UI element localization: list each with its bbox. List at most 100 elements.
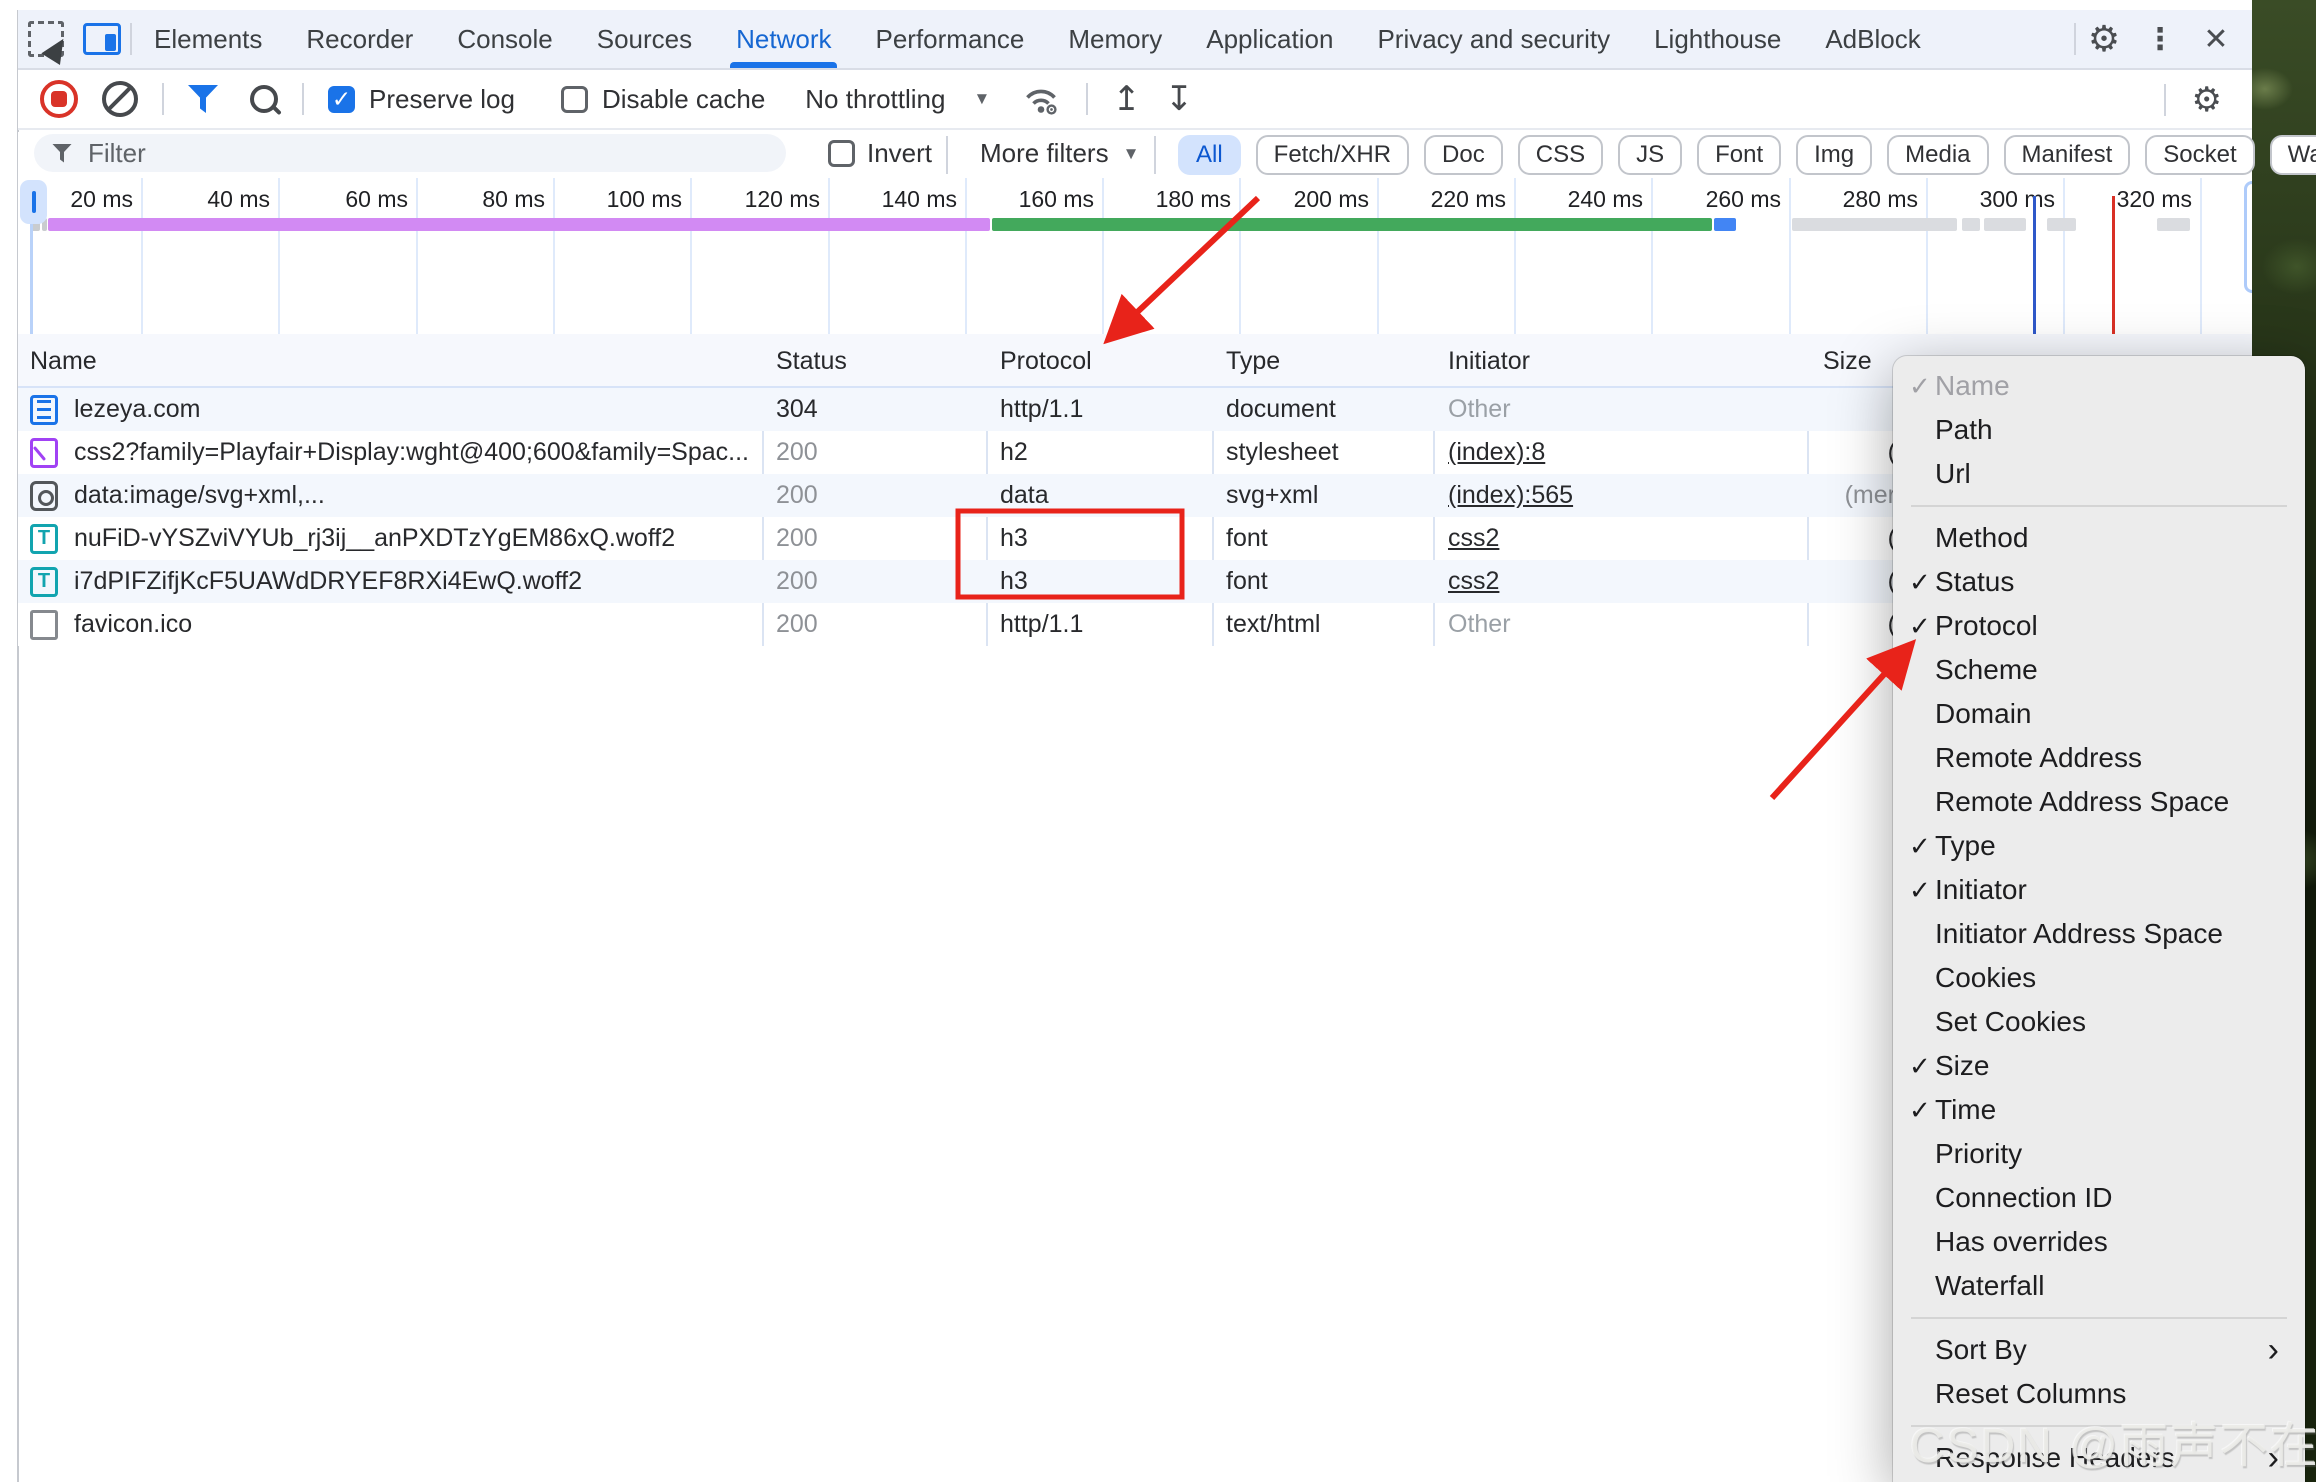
menu-item-domain[interactable]: ✓Domain xyxy=(1893,692,2305,736)
settings-button[interactable]: ⚙ xyxy=(2076,10,2132,68)
menu-item-remote-address[interactable]: ✓Remote Address xyxy=(1893,736,2305,780)
more-filters-button[interactable]: More filters ▼ xyxy=(980,138,1139,169)
tab-console[interactable]: Console xyxy=(435,10,574,68)
throttling-select[interactable]: No throttling ▼ xyxy=(805,84,990,115)
tab-performance[interactable]: Performance xyxy=(853,10,1046,68)
tab-recorder[interactable]: Recorder xyxy=(284,10,435,68)
menu-item-label: Name xyxy=(1935,370,2305,402)
chip-fetch-xhr[interactable]: Fetch/XHR xyxy=(1256,135,1409,175)
menu-item-has-overrides[interactable]: ✓Has overrides xyxy=(1893,1220,2305,1264)
tab-application[interactable]: Application xyxy=(1184,10,1355,68)
overview-bar-cache xyxy=(1792,218,1957,231)
devtools-menu-button[interactable]: ⋮ xyxy=(2132,10,2188,68)
record-network-log-button[interactable] xyxy=(40,80,78,118)
filter-toggle-icon[interactable] xyxy=(188,85,218,113)
status-cell: 200 xyxy=(776,560,818,603)
invert-label: Invert xyxy=(867,138,932,169)
menu-item-waterfall[interactable]: ✓Waterfall xyxy=(1893,1264,2305,1308)
menu-item-url[interactable]: ✓Url xyxy=(1893,452,2305,496)
menu-item-scheme[interactable]: ✓Scheme xyxy=(1893,648,2305,692)
initiator-link[interactable]: (index):8 xyxy=(1448,438,1545,467)
chip-manifest[interactable]: Manifest xyxy=(2004,135,2131,175)
status-cell: 200 xyxy=(776,431,818,474)
initiator-link[interactable]: (index):565 xyxy=(1448,481,1573,510)
chip-all[interactable]: All xyxy=(1178,135,1241,175)
wifi-gear-icon xyxy=(1020,81,1062,117)
chip-css[interactable]: CSS xyxy=(1518,135,1603,175)
network-conditions-button[interactable] xyxy=(1020,81,1062,117)
menu-item-initiator-address-space[interactable]: ✓Initiator Address Space xyxy=(1893,912,2305,956)
check-icon: ✓ xyxy=(1893,611,1935,642)
column-header-protocol[interactable]: Protocol xyxy=(1000,334,1092,388)
tab-network[interactable]: Network xyxy=(714,10,853,68)
export-har-button[interactable]: ↧ xyxy=(1165,82,1194,116)
import-har-button[interactable]: ↥ xyxy=(1112,82,1141,116)
invert-checkbox[interactable]: Invert xyxy=(828,138,932,169)
tick-label: 200 ms xyxy=(1209,186,1369,213)
network-settings-gear-icon[interactable]: ⚙ xyxy=(2192,80,2222,120)
initiator-link[interactable]: css2 xyxy=(1448,567,1499,596)
chip-media[interactable]: Media xyxy=(1887,135,1988,175)
menu-item-type[interactable]: ✓Type xyxy=(1893,824,2305,868)
menu-item-size[interactable]: ✓Size xyxy=(1893,1044,2305,1088)
tab-adblock[interactable]: AdBlock xyxy=(1803,10,1942,68)
checkbox-unchecked-icon xyxy=(828,140,855,167)
menu-item-method[interactable]: ✓Method xyxy=(1893,516,2305,560)
tab-elements[interactable]: Elements xyxy=(132,10,284,68)
chip-socket[interactable]: Socket xyxy=(2145,135,2254,175)
divider xyxy=(162,83,164,115)
chip-font[interactable]: Font xyxy=(1697,135,1781,175)
tab-privacy-and-security[interactable]: Privacy and security xyxy=(1355,10,1632,68)
menu-item-sort-by[interactable]: ✓Sort By› xyxy=(1893,1328,2305,1372)
tab-memory[interactable]: Memory xyxy=(1046,10,1184,68)
preserve-log-checkbox[interactable]: ✓ Preserve log xyxy=(328,84,515,115)
menu-item-initiator[interactable]: ✓Initiator xyxy=(1893,868,2305,912)
menu-item-set-cookies[interactable]: ✓Set Cookies xyxy=(1893,1000,2305,1044)
chip-img[interactable]: Img xyxy=(1796,135,1872,175)
menu-item-label: Waterfall xyxy=(1935,1270,2305,1302)
menu-item-connection-id[interactable]: ✓Connection ID xyxy=(1893,1176,2305,1220)
column-header-size[interactable]: Size xyxy=(1823,334,1872,388)
request-name: i7dPIFZifjKcF5UAWdDRYEF8RXi4EwQ.woff2 xyxy=(74,567,582,596)
menu-item-label: Protocol xyxy=(1935,610,2305,642)
overview-drag-handle[interactable] xyxy=(20,180,47,224)
menu-item-path[interactable]: ✓Path xyxy=(1893,408,2305,452)
chip-js[interactable]: JS xyxy=(1618,135,1682,175)
disable-cache-checkbox[interactable]: Disable cache xyxy=(561,84,765,115)
column-header-type[interactable]: Type xyxy=(1226,334,1280,388)
protocol-cell: http/1.1 xyxy=(1000,388,1083,431)
network-overview-timeline[interactable]: 20 ms 40 ms 60 ms 80 ms 100 ms 120 ms 14… xyxy=(18,178,2252,336)
menu-item-remote-address-space[interactable]: ✓Remote Address Space xyxy=(1893,780,2305,824)
page-background-top-strip xyxy=(0,0,2252,10)
toggle-device-toolbar-button[interactable] xyxy=(74,10,130,68)
menu-item-label: Size xyxy=(1935,1050,2305,1082)
inspect-element-button[interactable] xyxy=(18,10,74,68)
menu-item-label: Domain xyxy=(1935,698,2305,730)
menu-item-cookies[interactable]: ✓Cookies xyxy=(1893,956,2305,1000)
menu-item-label: Priority xyxy=(1935,1138,2305,1170)
type-cell: stylesheet xyxy=(1226,431,1339,474)
page-background-left-strip xyxy=(0,0,19,1482)
size-cell: ( xyxy=(1780,431,1896,474)
overview-scrollbar[interactable] xyxy=(2244,181,2252,293)
filter-input[interactable] xyxy=(86,137,690,170)
column-header-name[interactable]: Name xyxy=(30,334,766,388)
menu-item-status[interactable]: ✓Status xyxy=(1893,560,2305,604)
close-devtools-button[interactable]: ✕ xyxy=(2188,10,2244,68)
menu-item-priority[interactable]: ✓Priority xyxy=(1893,1132,2305,1176)
chip-doc[interactable]: Doc xyxy=(1424,135,1503,175)
clear-network-log-button[interactable] xyxy=(102,81,138,117)
menu-item-time[interactable]: ✓Time xyxy=(1893,1088,2305,1132)
tab-lighthouse[interactable]: Lighthouse xyxy=(1632,10,1803,68)
menu-item-reset-columns[interactable]: ✓Reset Columns xyxy=(1893,1372,2305,1416)
menu-item-response-headers[interactable]: ✓Response Headers› xyxy=(1893,1436,2305,1480)
chip-wasm[interactable]: Wasm xyxy=(2270,135,2316,175)
menu-item-protocol[interactable]: ✓Protocol xyxy=(1893,604,2305,648)
size-cell: ( xyxy=(1780,560,1896,603)
column-header-status[interactable]: Status xyxy=(776,334,847,388)
initiator-link[interactable]: css2 xyxy=(1448,524,1499,553)
search-icon[interactable] xyxy=(250,85,278,113)
file-icon xyxy=(30,610,58,640)
column-header-initiator[interactable]: Initiator xyxy=(1448,334,1530,388)
tab-sources[interactable]: Sources xyxy=(575,10,714,68)
